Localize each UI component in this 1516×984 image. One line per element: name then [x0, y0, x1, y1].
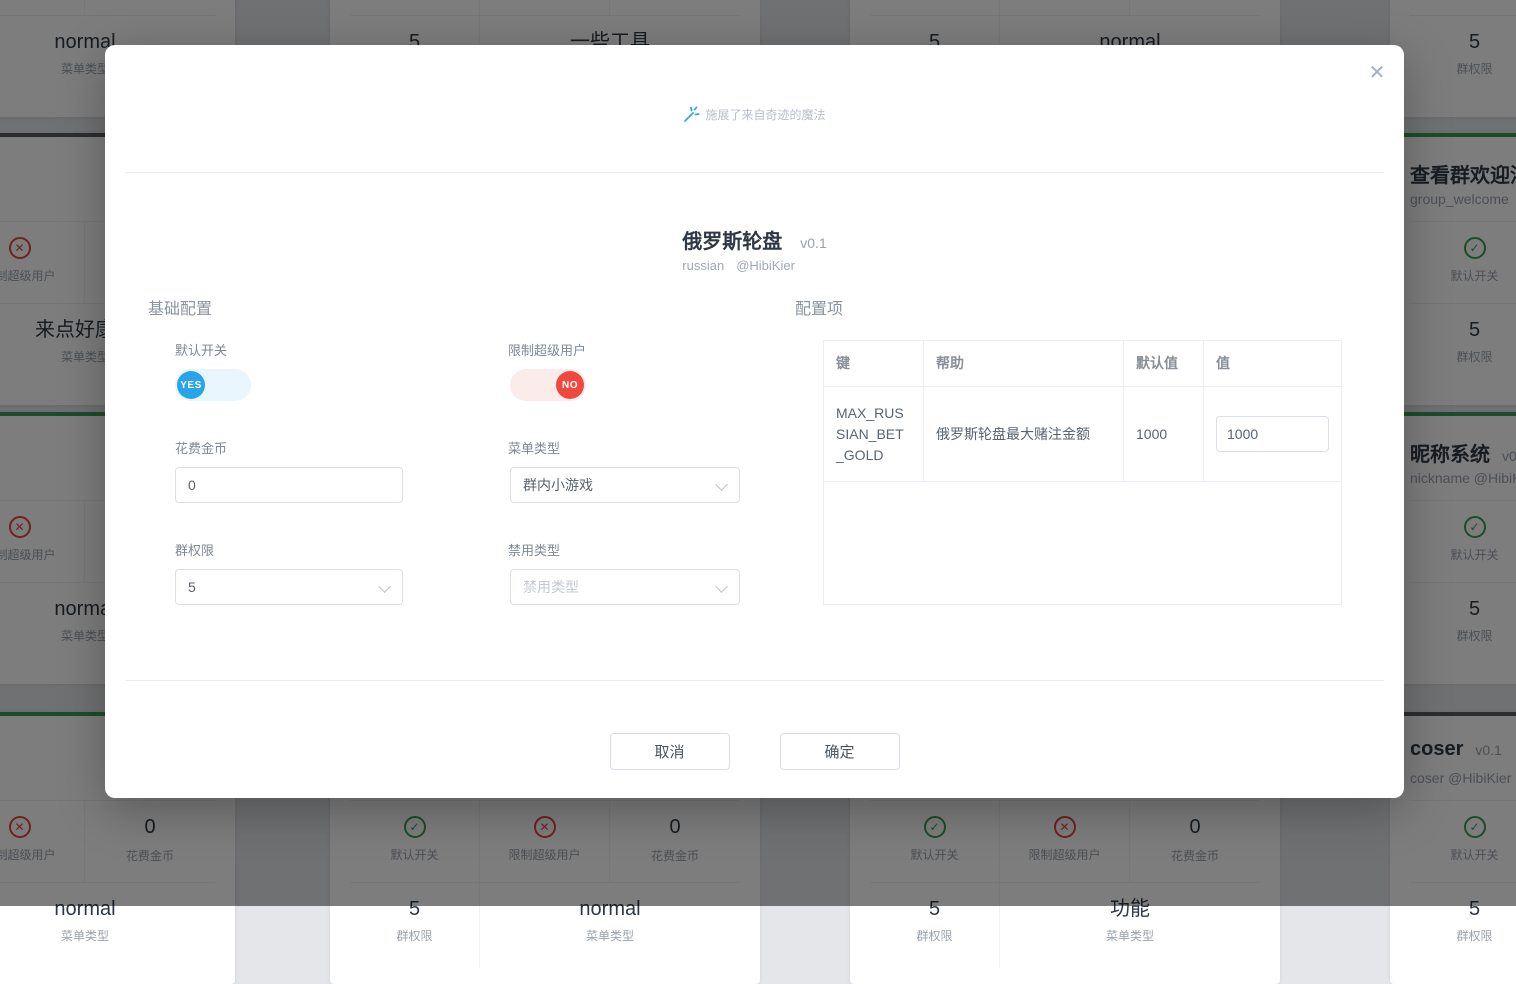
dialog-hint: 施展了来自奇迹的魔法: [105, 105, 1404, 123]
value-label: 群权限: [870, 927, 999, 944]
toggle-knob: NO: [556, 371, 584, 399]
toggle-knob: YES: [177, 371, 205, 399]
chevron-down-icon: [715, 580, 728, 593]
value-label: 菜单类型: [1000, 927, 1260, 944]
default-switch-toggle[interactable]: YES: [175, 369, 251, 401]
default-switch-label: 默认开关: [175, 340, 227, 358]
plugin-module: russian: [682, 258, 724, 273]
plugin-settings-dialog: ✕ 施展了来自奇迹的魔法 俄罗斯轮盘v0.1 russian@HibiKier …: [105, 45, 1404, 798]
block-type-select[interactable]: 禁用类型: [510, 569, 740, 605]
block-type-placeholder: 禁用类型: [523, 577, 579, 597]
config-items-heading: 配置项: [795, 295, 843, 317]
chevron-down-icon: [715, 478, 728, 491]
cell-key: MAX_RUSSIAN_BET_GOLD: [824, 387, 924, 481]
group-level-value: 5: [188, 579, 196, 595]
group-level-label: 群权限: [175, 540, 214, 558]
cost-gold-label: 花费金币: [175, 438, 227, 456]
menu-type-value: 群内小游戏: [523, 475, 593, 495]
plugin-title: 俄罗斯轮盘: [682, 231, 782, 253]
menu-type-select[interactable]: 群内小游戏: [510, 467, 740, 503]
value-label: 菜单类型: [0, 927, 215, 944]
plugin-version: v0.1: [800, 235, 826, 251]
col-default: 默认值: [1124, 341, 1204, 386]
value-label: 群权限: [350, 927, 479, 944]
menu-type-label: 菜单类型: [508, 438, 560, 456]
col-key: 键: [824, 341, 924, 386]
value-label: 群权限: [1410, 927, 1516, 944]
header-divider: [125, 172, 1384, 173]
col-help: 帮助: [924, 341, 1124, 386]
plugin-title-block: 俄罗斯轮盘 v0.1 russian @HibiKier: [105, 225, 1404, 275]
plugin-author: @HibiKier: [736, 258, 795, 273]
col-value: 值: [1204, 341, 1341, 386]
config-items-table: 键 帮助 默认值 值 MAX_RUSSIAN_BET_GOLD 俄罗斯轮盘最大赌…: [823, 340, 1342, 605]
cancel-button[interactable]: 取消: [610, 733, 730, 770]
cell-value: [1204, 387, 1341, 481]
table-header-row: 键 帮助 默认值 值: [824, 341, 1341, 387]
cell-help: 俄罗斯轮盘最大赌注金额: [924, 387, 1124, 481]
block-type-label: 禁用类型: [508, 540, 560, 558]
table-row: MAX_RUSSIAN_BET_GOLD 俄罗斯轮盘最大赌注金额 1000: [824, 387, 1341, 482]
cost-gold-input[interactable]: [175, 467, 403, 503]
group-level-select[interactable]: 5: [175, 569, 403, 605]
cell-default: 1000: [1124, 387, 1204, 481]
value-label: 菜单类型: [480, 927, 740, 944]
close-icon[interactable]: ✕: [1364, 60, 1390, 86]
footer-divider: [125, 680, 1384, 681]
limit-superuser-label: 限制超级用户: [508, 340, 586, 358]
dialog-hint-text: 施展了来自奇迹的魔法: [705, 106, 825, 123]
basic-config-heading: 基础配置: [148, 295, 212, 317]
chevron-down-icon: [378, 580, 391, 593]
config-value-input[interactable]: [1216, 416, 1329, 452]
limit-superuser-toggle[interactable]: NO: [510, 369, 586, 401]
confirm-button[interactable]: 确定: [780, 733, 900, 770]
magic-wand-icon: [683, 106, 700, 123]
